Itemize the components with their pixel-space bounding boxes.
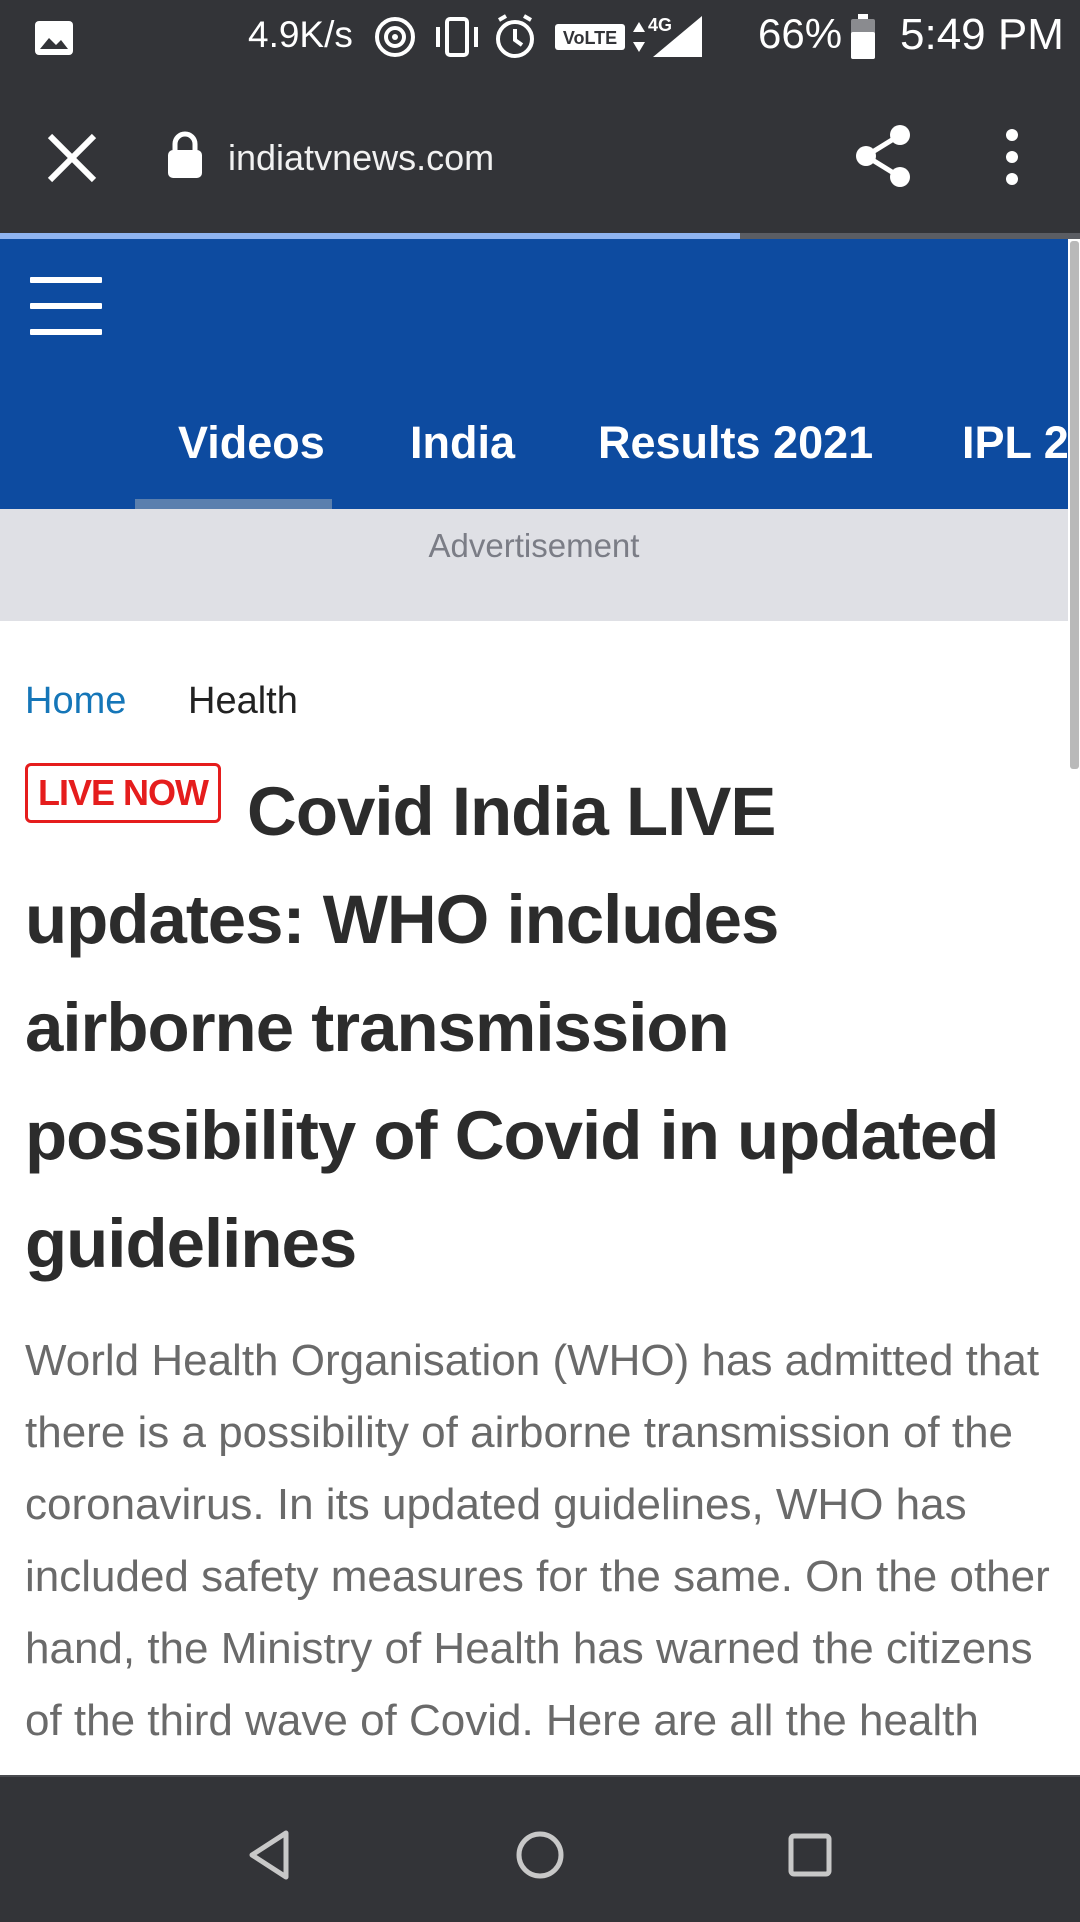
nav-item-results-2021[interactable]: Results 2021 — [598, 417, 873, 469]
clock: 5:49 PM — [900, 10, 1064, 59]
breadcrumb-home-link[interactable]: Home — [25, 680, 126, 723]
gallery-icon — [35, 21, 73, 55]
ad-slot: Advertisement — [0, 509, 1068, 621]
url-text[interactable]: indiatvnews.com — [228, 137, 494, 179]
recents-icon[interactable] — [780, 1825, 840, 1885]
back-icon[interactable] — [240, 1825, 300, 1885]
browser-toolbar: indiatvnews.com — [0, 75, 1080, 235]
nav-item-india[interactable]: India — [410, 417, 515, 469]
close-icon[interactable] — [44, 130, 100, 186]
battery-percent: 66% — [758, 10, 843, 57]
network-type: 4G — [648, 15, 672, 35]
lock-icon — [168, 131, 202, 178]
nav-item-ipl-2021[interactable]: IPL 2021 — [962, 417, 1068, 469]
article-headline: Covid India LIVE updates: WHO includes a… — [25, 773, 999, 1282]
menu-icon[interactable] — [30, 277, 102, 335]
home-icon[interactable] — [510, 1825, 570, 1885]
status-icons: VoLTE 4G — [375, 14, 702, 58]
share-icon[interactable] — [852, 123, 914, 189]
more-options-icon[interactable] — [994, 127, 1030, 187]
vibrate-icon — [436, 17, 478, 57]
site-header — [0, 239, 1068, 375]
status-bar: 4.9K/s VoLTE 4G 66% 5:49 PM — [0, 0, 1080, 75]
article-summary: World Health Organisation (WHO) has admi… — [25, 1336, 1050, 1775]
active-tab-indicator — [135, 499, 332, 509]
network-speed: 4.9K/s — [248, 14, 353, 55]
scrollbar-thumb[interactable] — [1070, 241, 1079, 769]
volte-label: VoLTE — [563, 28, 617, 48]
system-navigation-bar — [0, 1775, 1080, 1922]
site-nav: Videos India Results 2021 IPL 2021 — [0, 375, 1068, 509]
alarm-icon — [496, 14, 534, 58]
ad-label: Advertisement — [428, 527, 640, 564]
live-now-badge: LIVE NOW — [25, 763, 221, 823]
breadcrumb-category[interactable]: Health — [188, 680, 298, 723]
nav-item-videos[interactable]: Videos — [178, 417, 325, 469]
battery-icon — [851, 14, 875, 59]
